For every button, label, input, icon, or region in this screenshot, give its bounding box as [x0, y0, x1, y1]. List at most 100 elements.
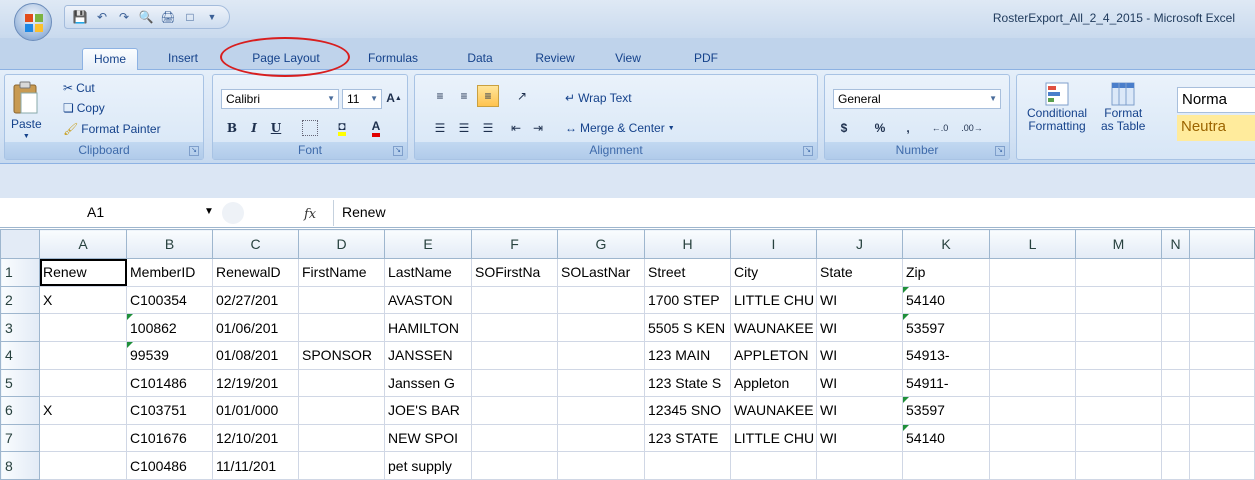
cell-b5[interactable]: C101486 [126, 368, 213, 398]
name-box[interactable]: A1 [0, 202, 222, 224]
conditional-formatting-button[interactable]: Conditional Formatting [1027, 81, 1087, 133]
cell-m1[interactable] [1075, 258, 1162, 287]
cell-f6[interactable] [471, 396, 558, 425]
cell-i8[interactable] [730, 451, 817, 480]
cell-l8[interactable] [989, 451, 1076, 480]
cell-h5[interactable]: 123 State S [644, 368, 731, 398]
column-header-n[interactable]: N [1161, 229, 1190, 259]
cell-h1[interactable]: Street [644, 258, 731, 287]
font-launcher-icon[interactable]: ↘ [393, 146, 403, 156]
new-document-icon[interactable]: □ [181, 8, 199, 26]
cell-d8[interactable] [298, 451, 385, 480]
tab-pdf[interactable]: PDF [686, 48, 726, 70]
fill-color-button[interactable]: ◘ [331, 117, 353, 139]
cell-j3[interactable]: WI [816, 313, 903, 342]
cell-c1[interactable]: RenewalD [212, 258, 299, 287]
cell-g4[interactable] [557, 340, 645, 370]
cell-h2[interactable]: 1700 STEP [644, 285, 731, 315]
clipboard-launcher-icon[interactable]: ↘ [189, 146, 199, 156]
cut-button[interactable]: ✂ Cut [63, 81, 95, 95]
orientation-button[interactable]: ↗ [511, 85, 533, 107]
cell-f7[interactable] [471, 423, 558, 453]
column-header-a[interactable]: A [39, 229, 127, 259]
cell-a5[interactable] [39, 368, 127, 398]
cell-m2[interactable] [1075, 285, 1162, 315]
increase-decimal-button[interactable]: ←.0 [929, 117, 951, 139]
cell-a1[interactable]: Renew [39, 258, 127, 287]
cell-l6[interactable] [989, 396, 1076, 425]
cell-d1[interactable]: FirstName [298, 258, 385, 287]
name-box-dropdown-icon[interactable]: ▼ [204, 206, 214, 217]
align-right-button[interactable]: ☰ [477, 117, 499, 139]
bold-button[interactable]: B [221, 117, 243, 139]
cell-c8[interactable]: 11/11/201 [212, 451, 299, 480]
align-center-button[interactable]: ☰ [453, 117, 475, 139]
cell-g8[interactable] [557, 451, 645, 480]
row-header[interactable]: 6 [0, 396, 40, 425]
cell-j5[interactable]: WI [816, 368, 903, 398]
cell-i3[interactable]: WAUNAKEE [730, 313, 817, 342]
cell-a6[interactable]: X [39, 396, 127, 425]
currency-button[interactable]: $ [833, 117, 855, 139]
cell-d4[interactable]: SPONSOR [298, 340, 385, 370]
cell-a4[interactable] [39, 340, 127, 370]
row-header[interactable]: 1 [0, 258, 40, 287]
cell-b1[interactable]: MemberID [126, 258, 213, 287]
cell-b7[interactable]: C101676 [126, 423, 213, 453]
font-size-combo[interactable]: 11 ▼ [342, 89, 382, 109]
merge-center-button[interactable]: ↔ Merge & Center ▼ [565, 121, 675, 135]
cell-k6[interactable]: 53597 [902, 396, 990, 425]
cell-c6[interactable]: 01/01/000 [212, 396, 299, 425]
cell-j1[interactable]: State [816, 258, 903, 287]
number-launcher-icon[interactable]: ↘ [995, 146, 1005, 156]
row-header[interactable]: 5 [0, 368, 40, 398]
cell-h6[interactable]: 12345 SNO [644, 396, 731, 425]
column-header-d[interactable]: D [298, 229, 385, 259]
cell-k7[interactable]: 54140 [902, 423, 990, 453]
cell-l2[interactable] [989, 285, 1076, 315]
font-color-button[interactable]: A [365, 117, 387, 139]
cell-h8[interactable] [644, 451, 731, 480]
cell-g7[interactable] [557, 423, 645, 453]
cell-d3[interactable] [298, 313, 385, 342]
align-bottom-button[interactable]: ≡ [477, 85, 499, 107]
tab-insert[interactable]: Insert [158, 48, 208, 70]
cell-n2[interactable] [1161, 285, 1190, 315]
italic-button[interactable]: I [243, 117, 265, 139]
cell-b3[interactable]: 100862 [126, 313, 213, 342]
cell-f1[interactable]: SOFirstNa [471, 258, 558, 287]
style-neutral[interactable]: Neutra [1177, 115, 1255, 141]
cell-m3[interactable] [1075, 313, 1162, 342]
cell-j6[interactable]: WI [816, 396, 903, 425]
cell-n7[interactable] [1161, 423, 1190, 453]
cell-k2[interactable]: 54140 [902, 285, 990, 315]
cell-n1[interactable] [1161, 258, 1190, 287]
cell-n8[interactable] [1161, 451, 1190, 480]
cell-h7[interactable]: 123 STATE [644, 423, 731, 453]
cell-h4[interactable]: 123 MAIN [644, 340, 731, 370]
borders-button[interactable] [299, 117, 321, 139]
cell-k3[interactable]: 53597 [902, 313, 990, 342]
formula-input[interactable]: Renew [342, 204, 386, 220]
column-header-f[interactable]: F [471, 229, 558, 259]
cell-j2[interactable]: WI [816, 285, 903, 315]
cell-g6[interactable] [557, 396, 645, 425]
insert-function-icon[interactable]: fx [304, 207, 316, 222]
number-format-combo[interactable]: General ▼ [833, 89, 1001, 109]
column-header-h[interactable]: H [644, 229, 731, 259]
wrap-text-button[interactable]: ↵ Wrap Text [565, 91, 632, 105]
cell-i1[interactable]: City [730, 258, 817, 287]
cell-i2[interactable]: LITTLE CHU [730, 285, 817, 315]
cell-b8[interactable]: C100486 [126, 451, 213, 480]
decrease-decimal-button[interactable]: .00→ [961, 117, 983, 139]
row-header[interactable]: 8 [0, 451, 40, 480]
cell-k8[interactable] [902, 451, 990, 480]
cell-j4[interactable]: WI [816, 340, 903, 370]
tab-page-layout[interactable]: Page Layout [236, 48, 336, 70]
cell-a8[interactable] [39, 451, 127, 480]
comma-button[interactable]: , [897, 117, 919, 139]
underline-button[interactable]: U [265, 117, 287, 139]
cell-a3[interactable] [39, 313, 127, 342]
row-header[interactable]: 3 [0, 313, 40, 342]
cell-k4[interactable]: 54913- [902, 340, 990, 370]
